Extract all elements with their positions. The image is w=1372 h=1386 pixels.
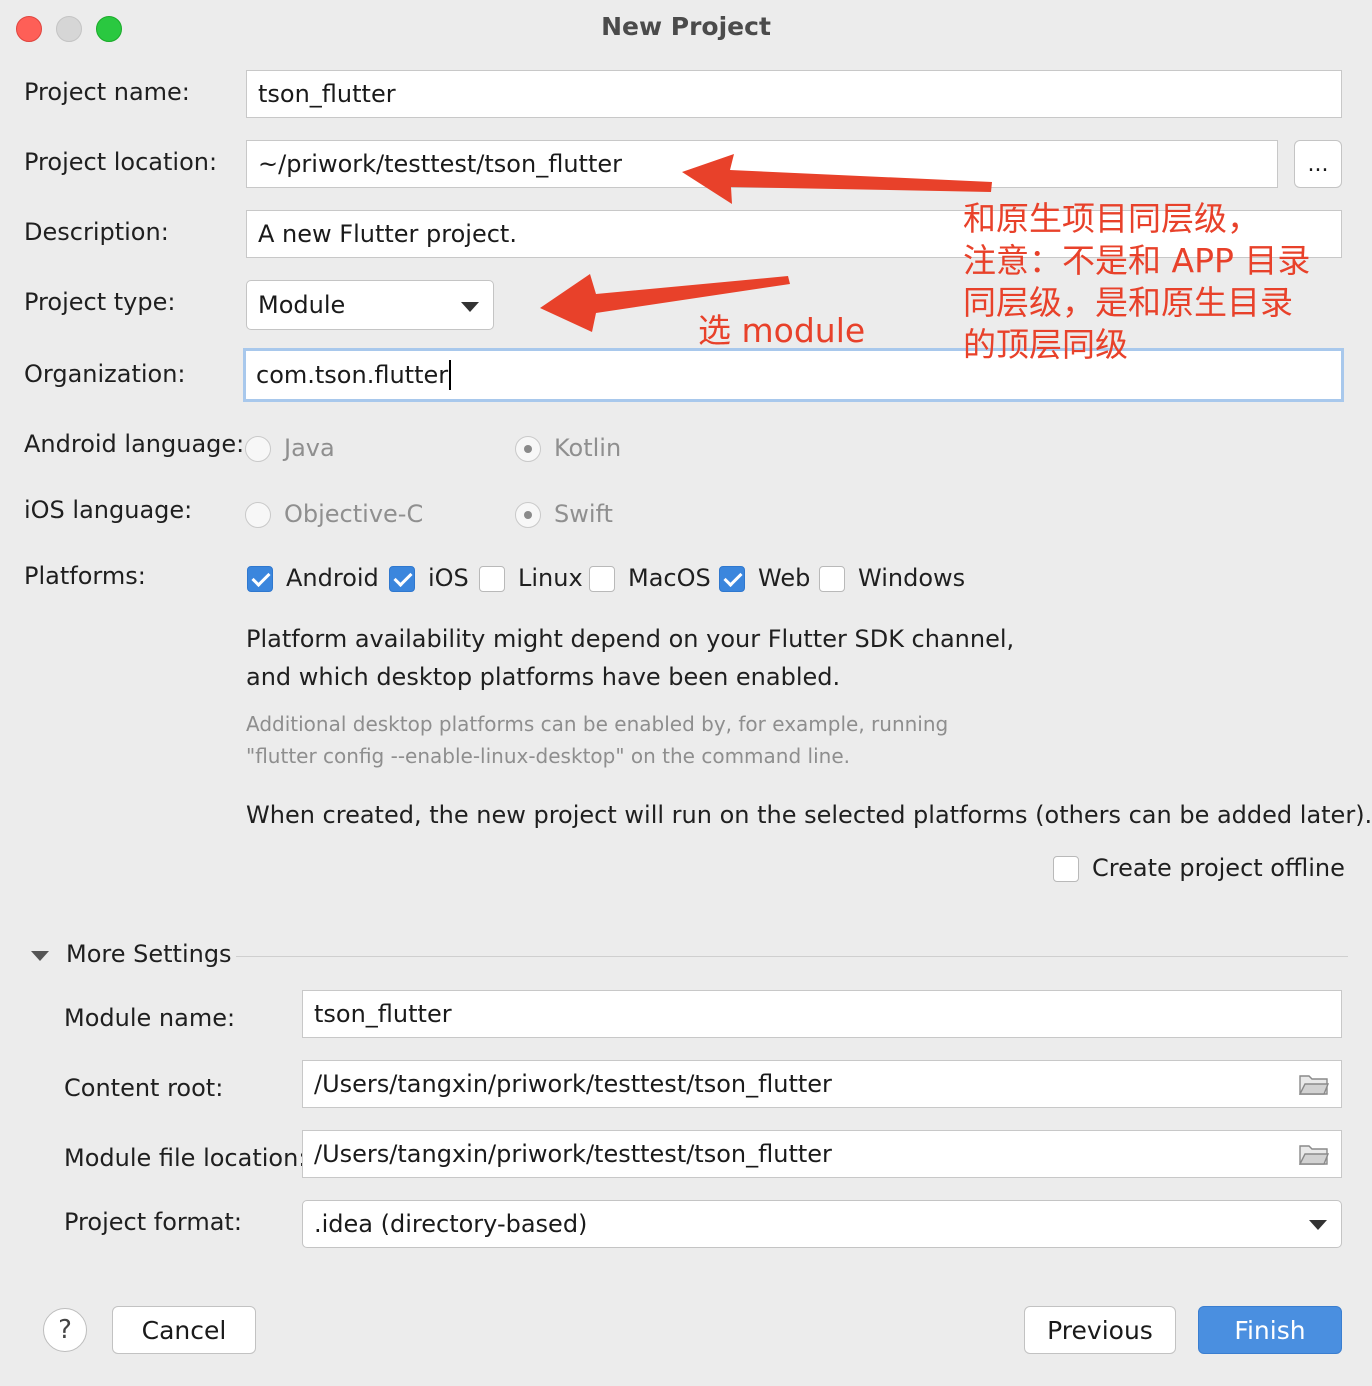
annotation-line-4: 的顶层同级 bbox=[963, 325, 1128, 364]
chevron-down-icon bbox=[1309, 1220, 1327, 1230]
checkbox-android[interactable] bbox=[247, 566, 273, 592]
project-format-value: .idea (directory-based) bbox=[314, 1210, 588, 1238]
annotation-line-3: 同层级，是和原生目录 bbox=[963, 283, 1293, 322]
more-settings-header[interactable]: More Settings bbox=[66, 940, 232, 968]
radio-kotlin-label: Kotlin bbox=[554, 434, 622, 462]
platform-note-line1: Platform availability might depend on yo… bbox=[246, 625, 1015, 653]
project-type-label: Project type: bbox=[24, 288, 176, 316]
radio-objective-c[interactable] bbox=[245, 502, 271, 528]
annotation-location-note: 和原生项目同层级， 注意：不是和 APP 目录 同层级，是和原生目录 的顶层同级 bbox=[963, 198, 1310, 366]
project-location-label: Project location: bbox=[24, 148, 218, 176]
project-name-input[interactable]: tson_flutter bbox=[246, 70, 1342, 118]
description-value: A new Flutter project. bbox=[258, 220, 517, 248]
description-label: Description: bbox=[24, 218, 169, 246]
radio-swift[interactable] bbox=[515, 502, 541, 528]
radio-objective-c-label: Objective-C bbox=[284, 500, 424, 528]
ios-language-label: iOS language: bbox=[24, 496, 193, 524]
previous-button[interactable]: Previous bbox=[1024, 1306, 1176, 1354]
module-file-location-input[interactable]: /Users/tangxin/priwork/testtest/tson_flu… bbox=[302, 1130, 1342, 1178]
help-button[interactable]: ? bbox=[43, 1308, 87, 1352]
checkbox-macos[interactable] bbox=[589, 566, 615, 592]
collapse-triangle-icon[interactable] bbox=[31, 951, 49, 961]
checkbox-web-label: Web bbox=[758, 564, 811, 592]
annotation-line-1: 和原生项目同层级， bbox=[963, 199, 1260, 238]
desktop-note-line2: "flutter config --enable-linux-desktop" … bbox=[246, 744, 850, 768]
cancel-button[interactable]: Cancel bbox=[112, 1306, 256, 1354]
module-name-input[interactable]: tson_flutter bbox=[302, 990, 1342, 1038]
content-root-label: Content root: bbox=[64, 1074, 224, 1102]
radio-kotlin[interactable] bbox=[515, 436, 541, 462]
project-format-select[interactable]: .idea (directory-based) bbox=[302, 1200, 1342, 1248]
chevron-down-icon bbox=[461, 302, 479, 312]
checkbox-android-label: Android bbox=[286, 564, 379, 592]
radio-java[interactable] bbox=[245, 436, 271, 462]
desktop-note-line1: Additional desktop platforms can be enab… bbox=[246, 712, 949, 736]
checkbox-linux-label: Linux bbox=[518, 564, 583, 592]
module-file-location-value: /Users/tangxin/priwork/testtest/tson_flu… bbox=[314, 1140, 832, 1168]
project-name-label: Project name: bbox=[24, 78, 190, 106]
checkbox-ios-label: iOS bbox=[428, 564, 469, 592]
create-offline-label: Create project offline bbox=[1092, 854, 1345, 882]
checkbox-linux[interactable] bbox=[479, 566, 505, 592]
checkbox-windows-label: Windows bbox=[858, 564, 966, 592]
annotation-arrows bbox=[540, 154, 992, 332]
platform-note-line2: and which desktop platforms have been en… bbox=[246, 663, 841, 691]
platforms-label: Platforms: bbox=[24, 562, 146, 590]
annotation-arrow-location bbox=[682, 154, 992, 204]
organization-value: com.tson.flutter bbox=[256, 361, 449, 389]
checkbox-web[interactable] bbox=[719, 566, 745, 592]
created-note: When created, the new project will run o… bbox=[246, 801, 1372, 829]
checkbox-create-offline[interactable] bbox=[1053, 856, 1079, 882]
checkbox-ios[interactable] bbox=[389, 566, 415, 592]
annotation-type-note: 选 module bbox=[698, 311, 866, 350]
more-settings-divider bbox=[236, 956, 1348, 957]
module-name-label: Module name: bbox=[64, 1004, 236, 1032]
project-type-select[interactable]: Module bbox=[246, 280, 494, 330]
checkbox-macos-label: MacOS bbox=[628, 564, 711, 592]
browse-location-button[interactable]: ... bbox=[1294, 140, 1342, 188]
window-title: New Project bbox=[601, 12, 771, 41]
radio-java-label: Java bbox=[284, 434, 335, 462]
module-name-value: tson_flutter bbox=[314, 1000, 452, 1028]
folder-icon[interactable] bbox=[1299, 1143, 1329, 1165]
content-root-value: /Users/tangxin/priwork/testtest/tson_flu… bbox=[314, 1070, 832, 1098]
text-caret bbox=[449, 360, 452, 390]
title-bar: New Project bbox=[0, 0, 1372, 56]
project-format-label: Project format: bbox=[64, 1208, 242, 1236]
checkbox-windows[interactable] bbox=[819, 566, 845, 592]
platform-note: Platform availability might depend on yo… bbox=[246, 620, 1014, 696]
folder-icon[interactable] bbox=[1299, 1073, 1329, 1095]
desktop-note: Additional desktop platforms can be enab… bbox=[246, 708, 948, 772]
module-file-location-label: Module file location: bbox=[64, 1144, 307, 1172]
annotation-line-2: 注意：不是和 APP 目录 bbox=[963, 241, 1311, 280]
organization-label: Organization: bbox=[24, 360, 186, 388]
radio-swift-label: Swift bbox=[554, 500, 613, 528]
finish-button[interactable]: Finish bbox=[1198, 1306, 1342, 1354]
project-type-value: Module bbox=[258, 291, 346, 319]
android-language-label: Android language: bbox=[24, 430, 245, 458]
project-name-value: tson_flutter bbox=[258, 80, 396, 108]
content-root-input[interactable]: /Users/tangxin/priwork/testtest/tson_flu… bbox=[302, 1060, 1342, 1108]
